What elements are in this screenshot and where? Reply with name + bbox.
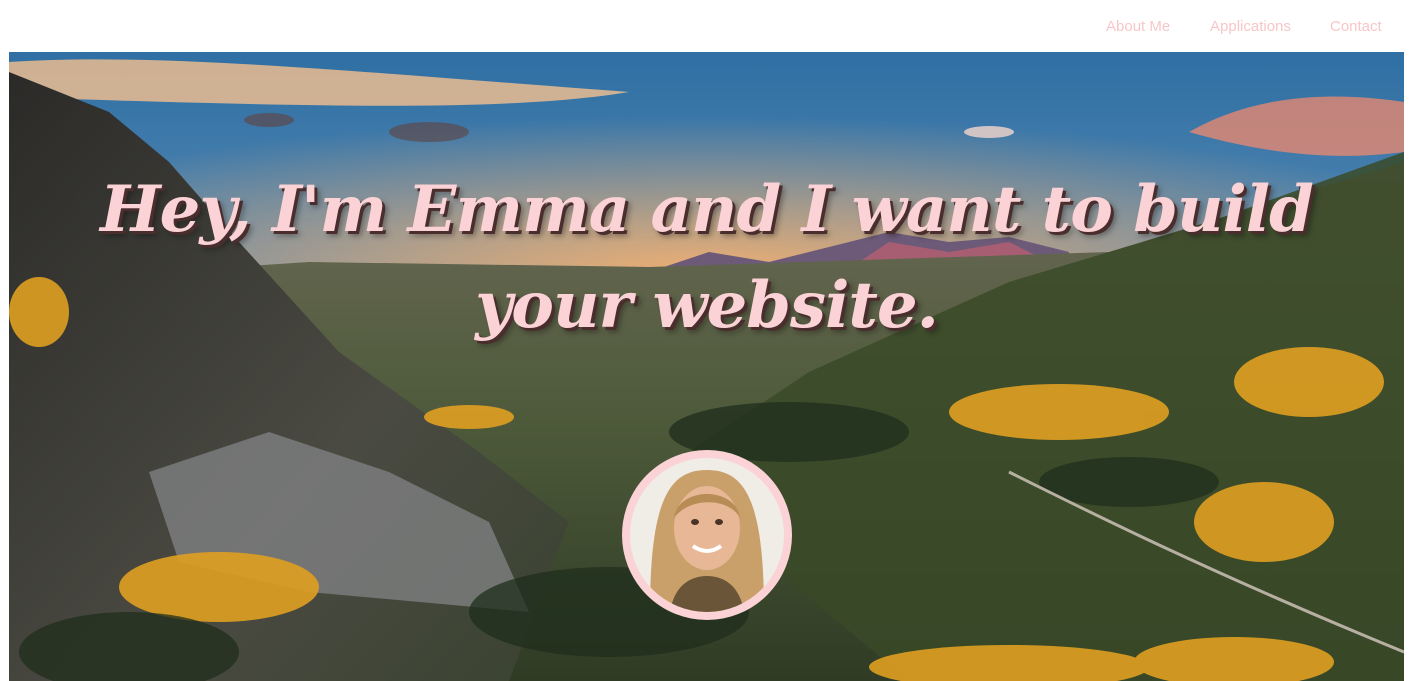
- nav-link-applications[interactable]: Applications: [1210, 18, 1291, 35]
- nav-link-contact[interactable]: Contact: [1330, 18, 1382, 35]
- hero-headline: Hey, I'm Emma and I want to build your w…: [100, 172, 1314, 343]
- nav-link-about-me[interactable]: About Me: [1106, 18, 1170, 35]
- hero-section: Hey, I'm Emma and I want to build your w…: [9, 52, 1404, 681]
- top-navigation: About Me Applications Contact: [0, 0, 1415, 52]
- profile-avatar: [622, 450, 792, 620]
